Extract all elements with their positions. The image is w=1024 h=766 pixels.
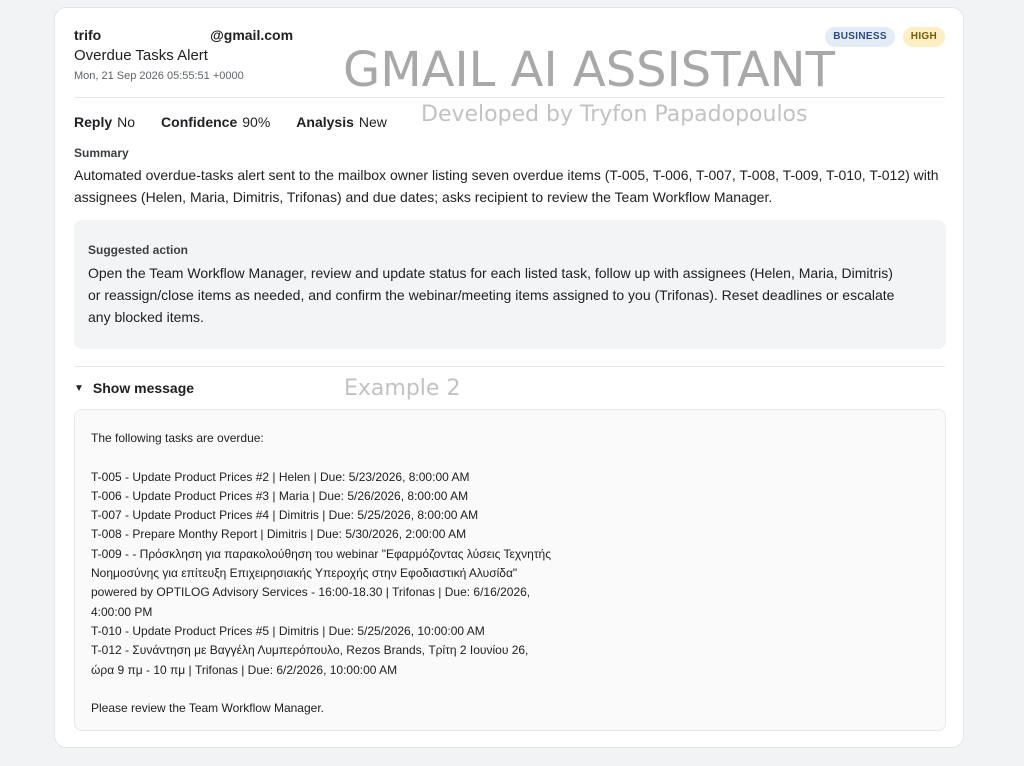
message-line: T-005 - Update Product Prices #2 | Helen… — [91, 469, 470, 484]
message-intro: The following tasks are overdue: — [91, 431, 264, 445]
analysis-label: Analysis — [296, 114, 354, 130]
message-line: T-007 - Update Product Prices #4 | Dimit… — [91, 508, 479, 523]
message-line: T-010 - Update Product Prices #5 | Dimit… — [91, 623, 485, 638]
message-outro: Please review the Team Workflow Manager. — [91, 701, 324, 716]
confidence-value: 90% — [242, 114, 271, 130]
summary-heading: Summary — [74, 146, 129, 160]
email-card: trifo @gmail.com Overdue Tasks Alert Mon… — [54, 7, 964, 748]
email-date: Mon, 21 Sep 2026 05:55:51 +0000 — [74, 70, 244, 82]
suggested-action-text: Open the Team Workflow Manager, review a… — [88, 265, 895, 325]
message-line: T-008 - Prepare Monthy Report | Dimitris… — [91, 527, 467, 542]
message-body-box: The following tasks are overdue: T-005 -… — [74, 409, 946, 731]
reply-label: Reply — [74, 114, 113, 130]
analysis-meta: Reply No Confidence 90% Analysis New — [74, 114, 387, 130]
triangle-down-icon: ▼ — [74, 382, 84, 394]
summary-text: Automated overdue-tasks alert sent to th… — [74, 167, 939, 205]
header-divider — [74, 97, 945, 98]
badge-group: BUSINESS HIGH — [825, 27, 945, 47]
category-badge: BUSINESS — [825, 27, 895, 47]
show-message-label: Show message — [92, 380, 195, 396]
sender-address: trifo @gmail.com — [74, 27, 294, 43]
confidence-label: Confidence — [161, 114, 238, 130]
message-line: T-009 - - Πρόσκληση για παρακολούθηση το… — [91, 546, 552, 619]
message-line: T-006 - Update Product Prices #3 | Maria… — [91, 488, 469, 503]
confidence-field: Confidence 90% — [161, 114, 270, 130]
priority-badge: HIGH — [902, 27, 945, 47]
suggested-action-heading: Suggested action — [88, 243, 189, 257]
analysis-field: Analysis New — [296, 114, 387, 130]
email-subject: Overdue Tasks Alert — [74, 47, 208, 64]
message-line: T-012 - Συνάντηση με Βαγγέλη Λυμπερόπουλ… — [91, 643, 529, 677]
reply-field: Reply No — [74, 114, 135, 130]
reply-value: No — [117, 114, 136, 130]
watermark-example: Example 2 — [344, 376, 461, 401]
analysis-value: New — [358, 114, 387, 130]
show-message-toggle[interactable]: ▼ Show message — [74, 380, 194, 396]
suggested-action-box: Suggested action Open the Team Workflow … — [74, 220, 946, 349]
message-body: The following tasks are overdue: T-005 -… — [91, 429, 551, 718]
watermark-title: GMAIL AI ASSISTANT — [343, 42, 835, 98]
watermark-subtitle: Developed by Tryfon Papadopoulos — [421, 102, 808, 127]
section-divider — [74, 366, 945, 367]
